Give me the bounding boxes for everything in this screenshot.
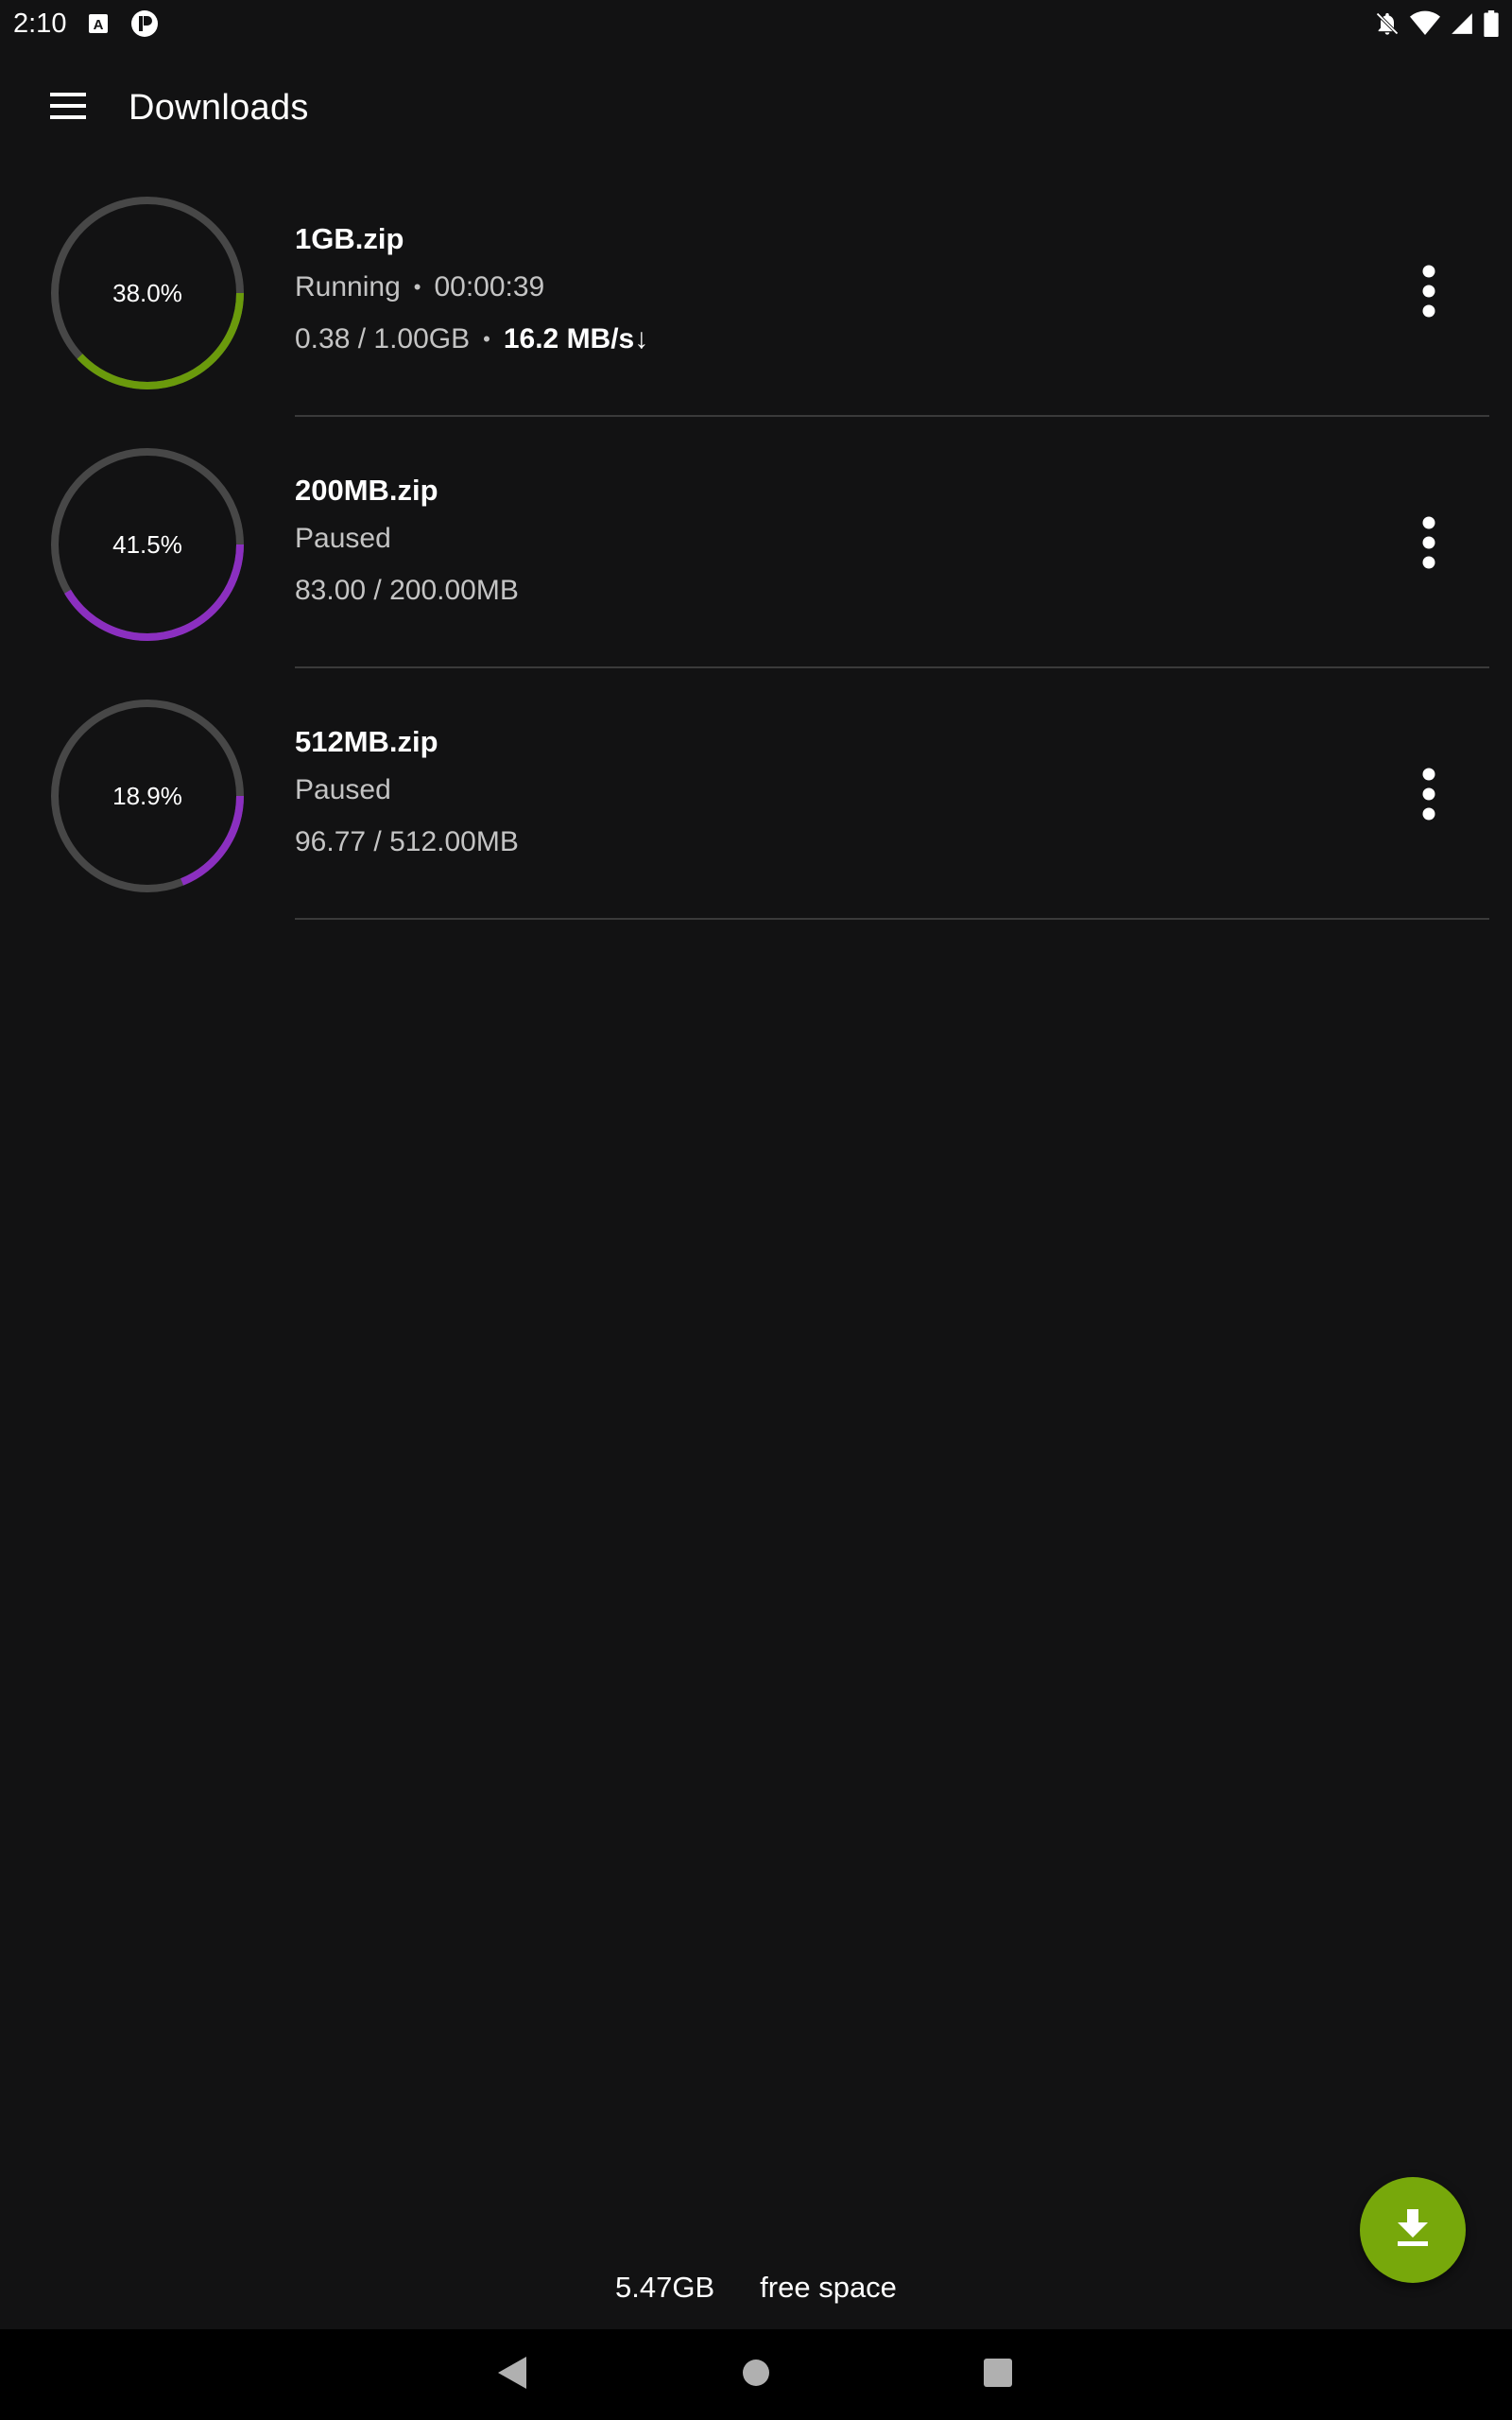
file-name: 200MB.zip bbox=[295, 474, 438, 507]
page-title: Downloads bbox=[129, 87, 309, 128]
recents-icon bbox=[984, 2358, 1012, 2392]
more-options-button[interactable] bbox=[1389, 505, 1469, 584]
more-vert-icon bbox=[1422, 516, 1435, 574]
download-status: Paused bbox=[295, 774, 391, 805]
separator-dot: • bbox=[413, 275, 421, 299]
status-time: 2:10 bbox=[13, 8, 67, 39]
size-line: 96.77 / 512.00MB bbox=[295, 816, 519, 868]
progress-ring: 38.0% bbox=[47, 193, 248, 393]
free-space-info: 5.47GB free space bbox=[0, 2264, 1512, 2311]
wifi-icon bbox=[1410, 10, 1440, 37]
file-name: 512MB.zip bbox=[295, 725, 438, 758]
elapsed-time: 00:00:39 bbox=[434, 271, 545, 302]
more-options-button[interactable] bbox=[1389, 253, 1469, 333]
more-vert-icon bbox=[1422, 265, 1435, 322]
menu-button[interactable] bbox=[30, 70, 106, 146]
download-item[interactable]: 38.0% 1GB.zip Running • 00:00:39 0.38 / … bbox=[0, 189, 1512, 441]
status-line: Running • 00:00:39 bbox=[295, 261, 648, 313]
back-button[interactable] bbox=[468, 2329, 558, 2420]
size-line: 83.00 / 200.00MB bbox=[295, 564, 519, 616]
download-list: 38.0% 1GB.zip Running • 00:00:39 0.38 / … bbox=[0, 189, 1512, 943]
progress-percent: 38.0% bbox=[112, 278, 182, 307]
screen: 2:10 A Downloads 38.0% 1GB.zip Running •… bbox=[0, 0, 1512, 2420]
free-space-label: free space bbox=[760, 2271, 897, 2304]
size-line: 0.38 / 1.00GB • 16.2 MB/s↓ bbox=[295, 313, 648, 365]
download-item[interactable]: 41.5% 200MB.zip Paused 83.00 / 200.00MB bbox=[0, 441, 1512, 692]
download-item[interactable]: 18.9% 512MB.zip Paused 96.77 / 512.00MB bbox=[0, 692, 1512, 943]
free-space-value: 5.47GB bbox=[615, 2271, 715, 2304]
navigation-bar bbox=[0, 2329, 1512, 2420]
progress-ring: 41.5% bbox=[47, 444, 248, 645]
progress-percent: 18.9% bbox=[112, 781, 182, 810]
home-button[interactable] bbox=[711, 2329, 801, 2420]
progress-percent: 41.5% bbox=[112, 529, 182, 559]
battery-icon bbox=[1484, 10, 1499, 37]
download-size: 0.38 / 1.00GB bbox=[295, 323, 471, 354]
divider bbox=[295, 666, 1489, 668]
status-line: Paused bbox=[295, 512, 519, 564]
signal-icon bbox=[1450, 11, 1474, 36]
bell-off-icon bbox=[1374, 10, 1400, 37]
file-name: 1GB.zip bbox=[295, 222, 404, 255]
download-icon bbox=[1396, 2208, 1430, 2252]
status-line: Paused bbox=[295, 764, 519, 816]
hamburger-menu-icon bbox=[50, 92, 86, 124]
download-status: Running bbox=[295, 271, 401, 302]
back-icon bbox=[498, 2356, 528, 2394]
home-icon bbox=[742, 2359, 770, 2392]
download-size: 96.77 / 512.00MB bbox=[295, 826, 519, 857]
download-speed: 16.2 MB/s↓ bbox=[503, 323, 649, 354]
download-status: Paused bbox=[295, 523, 391, 554]
status-bar: 2:10 A bbox=[0, 0, 1512, 47]
app-circle-icon bbox=[130, 9, 159, 38]
text-a-icon: A bbox=[87, 12, 110, 35]
more-options-button[interactable] bbox=[1389, 756, 1469, 836]
download-size: 83.00 / 200.00MB bbox=[295, 575, 519, 606]
divider bbox=[295, 415, 1489, 417]
svg-text:A: A bbox=[94, 17, 104, 33]
more-vert-icon bbox=[1422, 768, 1435, 825]
recents-button[interactable] bbox=[953, 2329, 1043, 2420]
progress-ring: 18.9% bbox=[47, 696, 248, 896]
app-bar: Downloads bbox=[0, 60, 1512, 155]
separator-dot: • bbox=[483, 327, 490, 351]
divider bbox=[295, 918, 1489, 920]
